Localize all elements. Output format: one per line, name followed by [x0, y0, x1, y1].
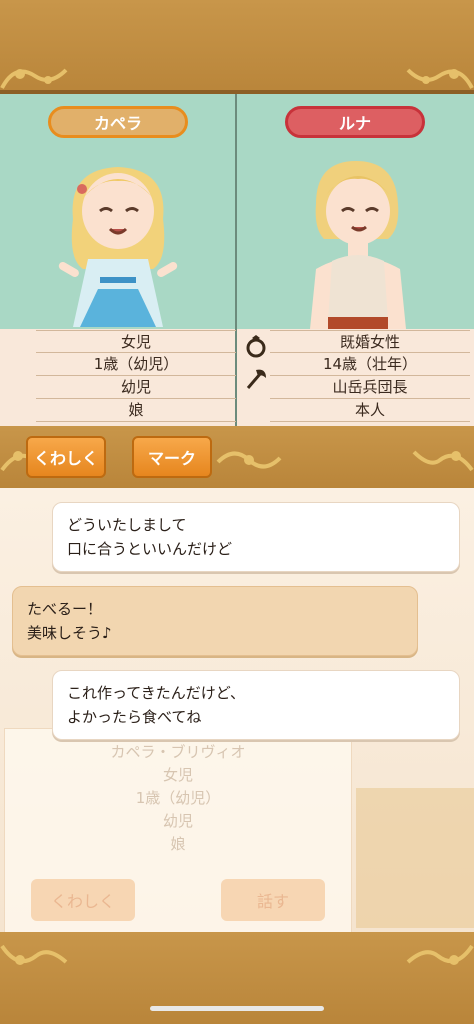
- background-card-row: 娘: [170, 835, 186, 853]
- right-info-row: 14歳（壮年）: [270, 353, 470, 376]
- background-card-row: カペラ・ブリヴィオ: [110, 743, 246, 761]
- left-character-name: カペラ: [48, 106, 188, 138]
- right-info-list: 既婚女性 14歳（壮年） 山岳兵団長 本人: [270, 330, 470, 422]
- character-comparison: カペラ ルナ 女児 1歳（幼児） 幼児 娘 既婚女性 14歳（壮年） 山岳兵団長…: [0, 94, 474, 426]
- child-avatar: [38, 149, 198, 329]
- chat-line: よかったら食べてね: [67, 708, 202, 726]
- background-talk-button: 話す: [221, 879, 325, 921]
- right-info-row: 既婚女性: [270, 330, 470, 353]
- chat-line: たべるー！: [27, 600, 103, 618]
- ring-icon: [244, 334, 268, 358]
- chat-line: どういたしまして: [67, 516, 187, 534]
- axe-icon: [244, 366, 268, 390]
- chat-line: これ作ってきたんだけど、: [67, 684, 246, 702]
- background-menu: [356, 788, 474, 928]
- home-indicator[interactable]: [150, 1006, 324, 1011]
- chat-line: 美味しそう♪: [27, 624, 112, 642]
- left-info-row: 1歳（幼児）: [36, 353, 236, 376]
- ornament-icon: [214, 442, 284, 476]
- chat-bubble-right: これ作ってきたんだけど、 よかったら食べてね: [52, 670, 460, 740]
- details-button[interactable]: くわしく: [26, 436, 106, 478]
- ornament-icon: [404, 940, 474, 974]
- right-info-row: 本人: [270, 399, 470, 422]
- chat-line: 口に合うといいんだけど: [67, 540, 233, 558]
- left-info-row: 女児: [36, 330, 236, 353]
- chat-area: カペラ・ブリヴィオ 女児 1歳（幼児） 幼児 娘 くわしく 話す どういたしまし…: [0, 488, 474, 932]
- left-info-row: 幼児: [36, 376, 236, 399]
- ornament-icon: [0, 58, 70, 92]
- ornament-icon: [0, 940, 70, 974]
- background-character-card: カペラ・ブリヴィオ 女児 1歳（幼児） 幼児 娘 くわしく 話す: [4, 728, 352, 932]
- action-bar: くわしく マーク: [0, 426, 474, 488]
- ornament-icon: [404, 442, 474, 476]
- background-card-row: 1歳（幼児）: [135, 789, 221, 807]
- top-bar: [0, 0, 474, 94]
- left-portrait-panel[interactable]: カペラ: [0, 94, 235, 329]
- right-portrait-panel[interactable]: ルナ: [237, 94, 474, 329]
- background-card-row: 女児: [162, 766, 193, 784]
- chat-bubble-left: たべるー！ 美味しそう♪: [12, 586, 418, 656]
- right-character-name: ルナ: [285, 106, 425, 138]
- woman-avatar: [276, 149, 436, 329]
- background-card-row: 幼児: [162, 812, 193, 830]
- left-info-row: 娘: [36, 399, 236, 422]
- background-details-button: くわしく: [31, 879, 135, 921]
- right-info-row: 山岳兵団長: [270, 376, 470, 399]
- ornament-icon: [404, 58, 474, 92]
- mark-button[interactable]: マーク: [132, 436, 212, 478]
- chat-bubble-right: どういたしまして 口に合うといいんだけど: [52, 502, 460, 572]
- left-info-list: 女児 1歳（幼児） 幼児 娘: [36, 330, 236, 422]
